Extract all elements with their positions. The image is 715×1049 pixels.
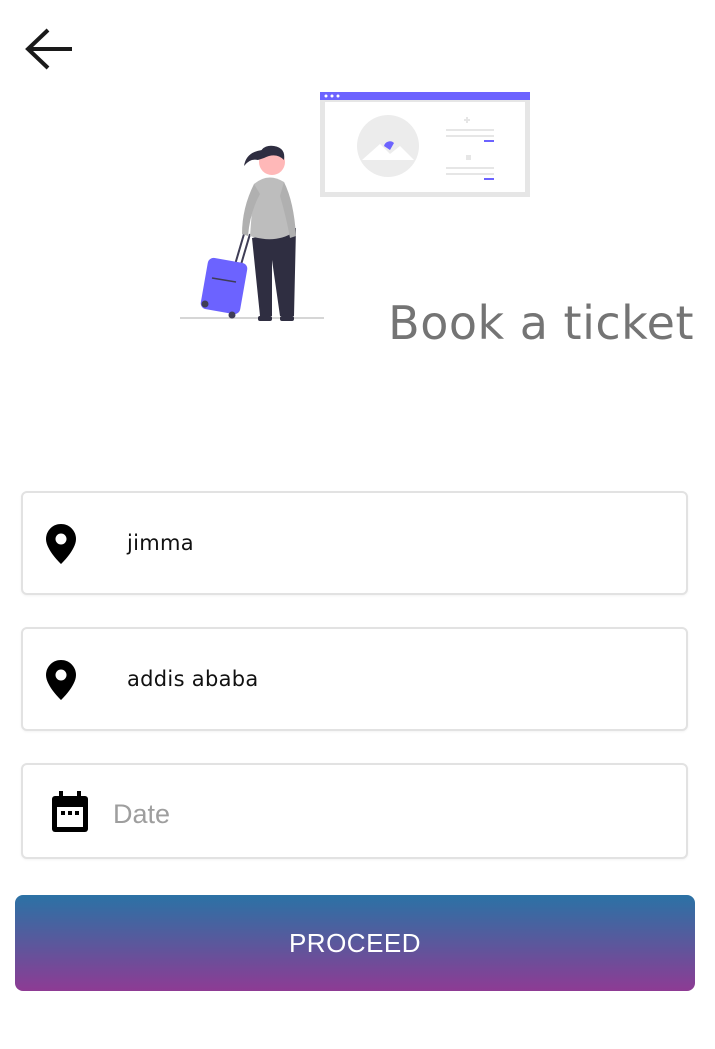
arrow-left-icon: [25, 28, 72, 70]
traveler-figure: [242, 145, 296, 321]
to-location-field[interactable]: addis ababa: [21, 627, 688, 731]
date-field[interactable]: Date: [21, 763, 688, 859]
location-pin-icon: [46, 660, 76, 700]
calendar-icon: [52, 791, 88, 832]
from-location-value: jimma: [127, 531, 194, 555]
page-title: Book a ticket: [388, 296, 694, 350]
to-location-value: addis ababa: [127, 667, 259, 691]
traveler-with-suitcase-illustration: [180, 92, 530, 321]
date-placeholder: Date: [113, 799, 171, 829]
location-pin-icon: [46, 524, 76, 564]
browser-window-graphic: [320, 92, 530, 197]
suitcase-graphic: [200, 233, 251, 319]
back-button[interactable]: [22, 26, 76, 72]
from-location-field[interactable]: jimma: [21, 491, 688, 595]
proceed-button[interactable]: PROCEED: [15, 895, 695, 991]
